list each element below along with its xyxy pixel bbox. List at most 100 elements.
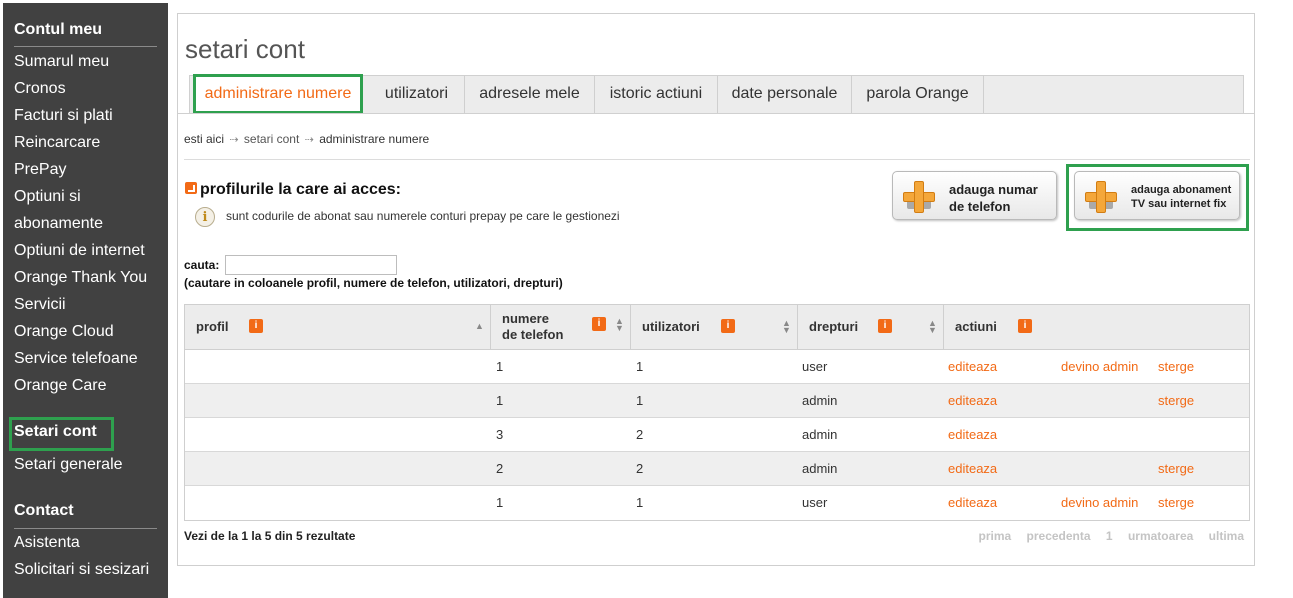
info-badge-icon[interactable]: i xyxy=(878,319,892,333)
breadcrumb-item-setari-cont[interactable]: setari cont xyxy=(244,132,299,146)
add-phone-number-button[interactable]: adauga numar de telefon xyxy=(892,171,1057,220)
column-header-numere-label2: de telefon xyxy=(502,326,564,342)
pager-page[interactable]: 1 xyxy=(1106,529,1113,543)
delete-link[interactable]: sterge xyxy=(1158,452,1194,485)
table-row: 2 2 admin editeaza sterge xyxy=(185,452,1249,486)
sidebar-item-setari-generale[interactable]: Setari generale xyxy=(14,456,123,474)
delete-link[interactable]: sterge xyxy=(1158,486,1194,519)
cell-numere: 1 xyxy=(496,359,504,374)
column-header-numere[interactable]: numere de telefon i ▲ ▼ xyxy=(491,305,631,349)
tab-date-personale[interactable]: date personale xyxy=(718,75,852,113)
pagination: prima precedenta 1 urmatoarea ultima xyxy=(967,529,1245,543)
results-summary: Vezi de la 1 la 5 din 5 rezultate xyxy=(184,529,356,543)
breadcrumb: esti aici ⇢ setari cont ⇢ administrare n… xyxy=(184,132,429,146)
sidebar-item-orange-thank-you[interactable]: Orange Thank You xyxy=(14,269,147,287)
edit-link[interactable]: editeaza xyxy=(948,418,997,451)
tab-administrare-numere[interactable]: administrare numere xyxy=(193,74,363,114)
column-header-utilizatori-label: utilizatori xyxy=(642,319,700,334)
pager-last[interactable]: ultima xyxy=(1209,529,1244,543)
cell-utilizatori: 1 xyxy=(636,393,644,408)
sidebar-item-reincarcare[interactable]: Reincarcare xyxy=(14,134,100,152)
sidebar-item-setari-cont[interactable]: Setari cont xyxy=(14,423,97,441)
sidebar-item-servicii[interactable]: Servicii xyxy=(14,296,66,314)
sidebar-item-service-telefoane[interactable]: Service telefoane xyxy=(14,350,138,368)
column-header-numere-label1: numere xyxy=(502,311,549,326)
cell-numere: 2 xyxy=(496,461,504,476)
cell-utilizatori: 2 xyxy=(636,461,644,476)
arrow-square-icon xyxy=(185,182,197,194)
tab-istoric-actiuni[interactable]: istoric actiuni xyxy=(595,75,718,113)
cell-drepturi: admin xyxy=(802,461,838,476)
sidebar-divider xyxy=(14,528,157,529)
sidebar-item-cronos[interactable]: Cronos xyxy=(14,80,66,98)
section-title: profilurile la care ai acces: xyxy=(200,181,401,198)
tab-utilizatori[interactable]: utilizatori xyxy=(369,75,465,113)
divider xyxy=(184,159,1250,160)
column-header-drepturi[interactable]: drepturi i ▲ ▼ xyxy=(798,305,944,349)
delete-link[interactable]: sterge xyxy=(1158,350,1194,383)
sort-icon: ▲ ▼ xyxy=(615,316,624,333)
info-badge-icon[interactable]: i xyxy=(592,317,606,331)
add-subscription-label-line2: TV sau internet fix xyxy=(1131,198,1227,211)
sidebar-item-asistenta[interactable]: Asistenta xyxy=(14,534,80,552)
sidebar-item-facturi[interactable]: Facturi si plati xyxy=(14,107,113,125)
edit-link[interactable]: editeaza xyxy=(948,384,997,417)
sidebar-item-solicitari[interactable]: Solicitari si sesizari xyxy=(14,561,149,579)
delete-link[interactable]: sterge xyxy=(1158,384,1194,417)
cell-drepturi: user xyxy=(802,495,828,510)
info-badge-icon[interactable]: i xyxy=(249,319,263,333)
table-row: 1 1 user editeaza devino admin sterge xyxy=(185,350,1249,384)
column-header-profil-label: profil xyxy=(196,319,229,334)
column-header-actiuni-label: actiuni xyxy=(955,319,997,334)
table-header: profil i ▲ numere de telefon i ▲ ▼ utiliz… xyxy=(185,305,1249,350)
column-header-drepturi-label: drepturi xyxy=(809,319,859,334)
search-input[interactable] xyxy=(225,255,397,275)
breadcrumb-arrow-icon: ⇢ xyxy=(229,134,239,146)
pager-prev[interactable]: precedenta xyxy=(1027,529,1091,543)
sidebar-item-orange-care[interactable]: Orange Care xyxy=(14,377,107,395)
cell-numere: 1 xyxy=(496,495,504,510)
pager-next[interactable]: urmatoarea xyxy=(1128,529,1193,543)
info-badge-icon[interactable]: i xyxy=(721,319,735,333)
breadcrumb-prefix: esti aici xyxy=(184,132,225,146)
add-subscription-label-line1: adauga abonament xyxy=(1131,184,1232,196)
sidebar-item-orange-cloud[interactable]: Orange Cloud xyxy=(14,323,114,341)
tab-parola-orange[interactable]: parola Orange xyxy=(852,75,984,113)
cell-utilizatori: 2 xyxy=(636,427,644,442)
main-panel: setari cont utilizatori adresele mele is… xyxy=(177,13,1255,566)
become-admin-link[interactable]: devino admin xyxy=(1061,486,1138,519)
search-label: cauta: xyxy=(184,258,220,272)
cell-drepturi: user xyxy=(802,359,828,374)
sidebar-item-optiuni-internet[interactable]: Optiuni de internet xyxy=(14,242,145,260)
info-badge-icon[interactable]: i xyxy=(1018,319,1032,333)
add-subscription-button[interactable]: adauga abonament TV sau internet fix xyxy=(1074,171,1240,220)
table-row: 1 1 admin editeaza sterge xyxy=(185,384,1249,418)
section-description: sunt codurile de abonat sau numerele con… xyxy=(226,209,620,223)
sidebar-item-optiuni-abonamente-cont[interactable]: abonamente xyxy=(14,215,103,233)
edit-link[interactable]: editeaza xyxy=(948,350,997,383)
column-header-profil[interactable]: profil i ▲ xyxy=(185,305,491,349)
sidebar-item-sumarul-meu[interactable]: Sumarul meu xyxy=(14,53,109,71)
breadcrumb-item-current: administrare numere xyxy=(319,132,430,146)
cell-numere: 1 xyxy=(496,393,504,408)
cell-drepturi: admin xyxy=(802,393,838,408)
sidebar-divider xyxy=(14,46,157,47)
column-header-actiuni: actiuni i xyxy=(944,305,1249,349)
cell-utilizatori: 1 xyxy=(636,359,644,374)
column-header-utilizatori[interactable]: utilizatori i ▲ ▼ xyxy=(631,305,798,349)
tab-adresele-mele[interactable]: adresele mele xyxy=(465,75,595,113)
edit-link[interactable]: editeaza xyxy=(948,486,997,519)
sidebar-item-prepay[interactable]: PrePay xyxy=(14,161,66,179)
plus-icon xyxy=(1085,181,1117,213)
cell-drepturi: admin xyxy=(802,427,838,442)
edit-link[interactable]: editeaza xyxy=(948,452,997,485)
add-phone-label-line2: de telefon xyxy=(949,198,1011,214)
sidebar-heading-contact: Contact xyxy=(14,502,74,519)
sort-icon: ▲ ▼ xyxy=(782,318,791,335)
info-icon: i xyxy=(195,207,215,227)
become-admin-link[interactable]: devino admin xyxy=(1061,350,1138,383)
pager-first[interactable]: prima xyxy=(979,529,1012,543)
sidebar-item-optiuni-abonamente[interactable]: Optiuni si xyxy=(14,188,81,206)
cell-utilizatori: 1 xyxy=(636,495,644,510)
add-phone-label-line1: adauga numar xyxy=(949,182,1038,197)
